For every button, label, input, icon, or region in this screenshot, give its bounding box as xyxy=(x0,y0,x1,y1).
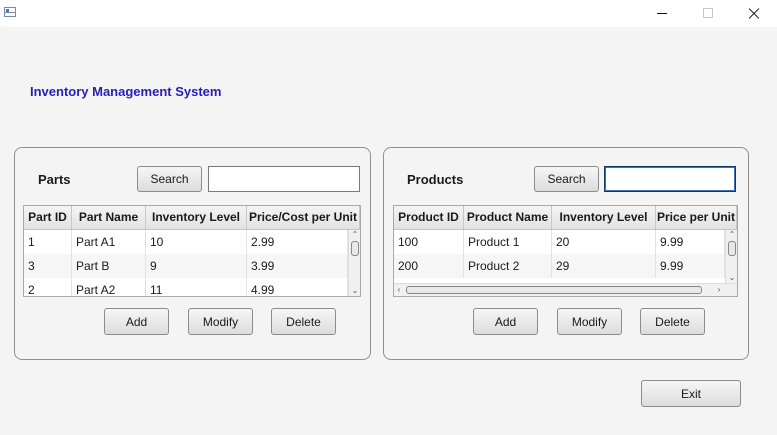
products-table[interactable]: Product ID Product Name Inventory Level … xyxy=(393,205,738,297)
add-part-button[interactable]: Add xyxy=(104,308,169,335)
parts-scroll-thumb[interactable] xyxy=(351,241,359,256)
scroll-right-icon[interactable]: › xyxy=(714,285,724,295)
modify-part-button[interactable]: Modify xyxy=(188,308,253,335)
title-bar[interactable] xyxy=(0,0,777,27)
cell-product-id: 200 xyxy=(394,254,464,278)
column-header-product-name[interactable]: Product Name xyxy=(464,206,552,229)
scroll-up-icon[interactable]: ⌃ xyxy=(349,230,360,240)
table-row[interactable]: 2 Part A2 11 4.99 xyxy=(24,278,348,296)
table-row[interactable]: 100 Product 1 20 9.99 xyxy=(394,230,725,254)
cell-part-id: 1 xyxy=(24,230,72,254)
delete-part-button[interactable]: Delete xyxy=(271,308,336,335)
cell-part-id: 2 xyxy=(24,278,72,296)
add-product-button[interactable]: Add xyxy=(473,308,538,335)
parts-table-header: Part ID Part Name Inventory Level Price/… xyxy=(24,206,360,230)
parts-vertical-scrollbar[interactable]: ⌃ ⌄ xyxy=(348,230,360,296)
cell-price: 4.99 xyxy=(247,278,348,296)
table-row[interactable]: 3 Part B 9 3.99 xyxy=(24,254,348,278)
parts-table[interactable]: Part ID Part Name Inventory Level Price/… xyxy=(23,205,361,297)
parts-panel: Parts Search Part ID Part Name Inventory… xyxy=(14,147,371,360)
products-horizontal-scrollbar[interactable]: ‹ › xyxy=(394,283,737,296)
scroll-down-icon[interactable]: ⌄ xyxy=(726,273,737,283)
exit-button[interactable]: Exit xyxy=(641,380,741,407)
products-search-button[interactable]: Search xyxy=(534,166,599,192)
column-header-inventory-level[interactable]: Inventory Level xyxy=(552,206,656,229)
cell-part-name: Part A2 xyxy=(72,278,146,296)
minimize-button[interactable] xyxy=(639,0,685,27)
products-vertical-scrollbar[interactable]: ⌃ ⌄ xyxy=(725,230,737,283)
maximize-button[interactable] xyxy=(685,0,731,27)
cell-price: 3.99 xyxy=(247,254,348,278)
products-hscroll-thumb[interactable] xyxy=(406,286,702,294)
parts-title: Parts xyxy=(38,172,71,187)
scroll-down-icon[interactable]: ⌄ xyxy=(349,286,360,296)
column-header-inventory-level[interactable]: Inventory Level xyxy=(146,206,247,229)
cell-price: 9.99 xyxy=(656,254,725,278)
table-row[interactable]: 200 Product 2 29 9.99 xyxy=(394,254,725,278)
column-header-product-id[interactable]: Product ID xyxy=(394,206,464,229)
delete-product-button[interactable]: Delete xyxy=(640,308,705,335)
cell-part-id: 3 xyxy=(24,254,72,278)
column-header-price-per-unit[interactable]: Price per Unit xyxy=(656,206,737,229)
scroll-up-icon[interactable]: ⌃ xyxy=(726,230,737,240)
column-header-part-name[interactable]: Part Name xyxy=(72,206,146,229)
cell-product-id: 100 xyxy=(394,230,464,254)
app-title: Inventory Management System xyxy=(30,84,222,99)
cell-product-name: Product 1 xyxy=(464,230,552,254)
cell-inventory-level: 9 xyxy=(146,254,247,278)
products-table-header: Product ID Product Name Inventory Level … xyxy=(394,206,737,230)
cell-part-name: Part B xyxy=(72,254,146,278)
parts-search-button[interactable]: Search xyxy=(137,166,202,192)
column-header-price-cost[interactable]: Price/Cost per Unit xyxy=(247,206,360,229)
products-title: Products xyxy=(407,172,464,187)
cell-price: 2.99 xyxy=(247,230,348,254)
cell-part-name: Part A1 xyxy=(72,230,146,254)
column-header-part-id[interactable]: Part ID xyxy=(24,206,72,229)
cell-inventory-level: 29 xyxy=(552,254,656,278)
table-row[interactable]: 1 Part A1 10 2.99 xyxy=(24,230,348,254)
modify-product-button[interactable]: Modify xyxy=(557,308,622,335)
cell-inventory-level: 10 xyxy=(146,230,247,254)
products-scroll-thumb[interactable] xyxy=(728,241,736,256)
cell-price: 9.99 xyxy=(656,230,725,254)
products-panel: Products Search Product ID Product Name … xyxy=(383,147,749,360)
cell-product-name: Product 2 xyxy=(464,254,552,278)
cell-inventory-level: 11 xyxy=(146,278,247,296)
window-icon xyxy=(4,7,16,17)
cell-inventory-level: 20 xyxy=(552,230,656,254)
products-search-input[interactable] xyxy=(604,166,736,192)
close-button[interactable] xyxy=(731,0,777,27)
parts-search-input[interactable] xyxy=(208,166,360,192)
scroll-left-icon[interactable]: ‹ xyxy=(394,285,404,295)
